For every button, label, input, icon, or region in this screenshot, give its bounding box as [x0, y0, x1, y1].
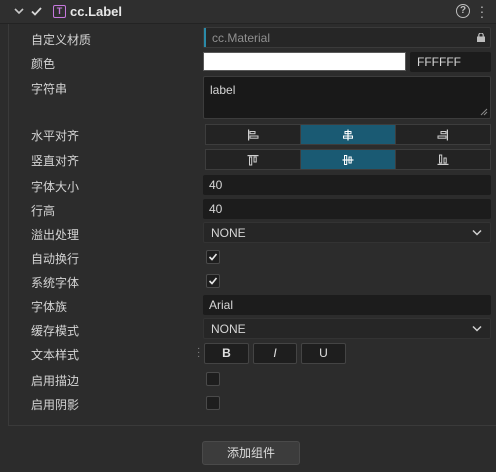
align-bottom-icon [437, 154, 449, 165]
align-middle-icon [342, 154, 354, 165]
v-align-segmented [205, 149, 491, 170]
outline-label: 启用描边 [31, 374, 80, 388]
checkmark-icon [208, 253, 218, 261]
system-font-checkbox[interactable] [206, 274, 220, 288]
help-icon[interactable]: ? [456, 4, 470, 18]
underline-button[interactable]: U [301, 343, 346, 364]
asset-accent-bar [204, 28, 206, 47]
outline-checkbox[interactable] [206, 372, 220, 386]
chevron-down-icon [472, 325, 482, 332]
text-style-label: 文本样式 [31, 348, 80, 362]
line-height-input[interactable]: 40 [203, 199, 491, 219]
chevron-down-icon[interactable] [13, 5, 25, 17]
v-align-top-option[interactable] [206, 150, 301, 169]
more-options-icon[interactable]: · · · [478, 0, 486, 23]
color-label: 颜色 [31, 57, 56, 71]
align-center-icon [343, 129, 353, 140]
h-align-label: 水平对齐 [31, 129, 80, 143]
line-height-value: 40 [209, 202, 223, 216]
custom-material-value: cc.Material [212, 31, 271, 45]
system-font-label: 系统字体 [31, 276, 80, 290]
font-size-label: 字体大小 [31, 180, 80, 194]
font-family-input[interactable]: Arial [203, 295, 491, 315]
chevron-down-icon [472, 229, 482, 236]
align-left-icon [248, 129, 259, 140]
font-size-value: 40 [209, 178, 223, 192]
align-right-icon [437, 129, 448, 140]
string-textarea[interactable]: label [203, 76, 491, 119]
section-divider [8, 425, 496, 426]
line-height-label: 行高 [31, 204, 56, 218]
align-top-icon [247, 154, 259, 165]
component-title: cc.Label [70, 4, 123, 19]
cache-mode-value: NONE [211, 322, 246, 336]
tree-rail [8, 24, 9, 425]
shadow-checkbox[interactable] [206, 396, 220, 410]
h-align-right-option[interactable] [396, 125, 490, 144]
v-align-bottom-option[interactable] [396, 150, 490, 169]
label-component-icon: T [53, 5, 66, 18]
drag-handle-icon[interactable]: · · · [197, 344, 201, 362]
custom-material-label: 自定义材质 [31, 33, 92, 47]
checkmark-icon [208, 277, 218, 285]
add-component-button[interactable]: 添加组件 [202, 441, 300, 465]
custom-material-field[interactable]: cc.Material [203, 27, 491, 48]
lock-icon[interactable] [476, 33, 486, 42]
color-swatch[interactable] [203, 52, 406, 71]
wrap-label: 自动换行 [31, 252, 80, 266]
shadow-label: 启用阴影 [31, 398, 80, 412]
italic-button[interactable]: I [253, 343, 297, 364]
resize-handle-icon[interactable] [480, 108, 488, 116]
overflow-value: NONE [211, 226, 246, 240]
h-align-left-option[interactable] [206, 125, 301, 144]
component-header: T cc.Label ? · · · [0, 0, 496, 24]
overflow-label: 溢出处理 [31, 228, 80, 242]
enable-component-checkbox[interactable] [30, 5, 43, 18]
font-size-input[interactable]: 40 [203, 175, 491, 195]
bold-button[interactable]: B [204, 343, 249, 364]
color-hex-value: FFFFFF [417, 55, 461, 69]
font-family-value: Arial [209, 298, 234, 312]
color-hex-input[interactable]: FFFFFF [410, 52, 491, 72]
font-family-label: 字体族 [31, 300, 68, 314]
cache-mode-label: 缓存模式 [31, 324, 80, 338]
string-label: 字符串 [31, 82, 68, 96]
string-value: label [210, 83, 236, 97]
h-align-segmented [205, 124, 491, 145]
v-align-center-option[interactable] [301, 150, 396, 169]
cache-mode-select[interactable]: NONE [203, 318, 491, 339]
v-align-label: 竖直对齐 [31, 154, 80, 168]
h-align-center-option[interactable] [301, 125, 396, 144]
wrap-checkbox[interactable] [206, 250, 220, 264]
overflow-select[interactable]: NONE [203, 222, 491, 243]
